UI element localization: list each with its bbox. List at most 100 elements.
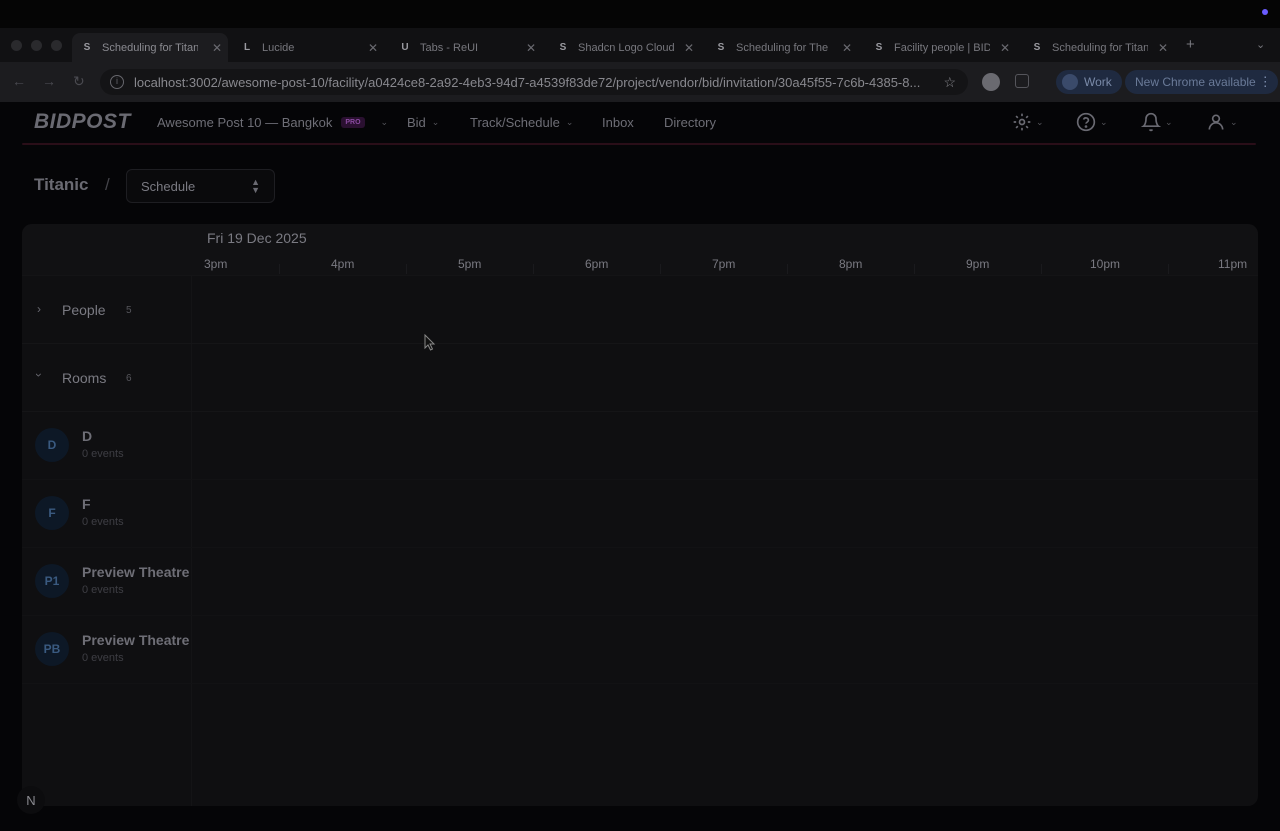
room-name: Preview Theatre [82,564,190,580]
tab-title: Tabs - ReUI [420,41,479,54]
update-label: New Chrome available [1135,75,1256,89]
browser-tab[interactable]: S Shadcn Logo Cloud ✕ [548,33,700,62]
hour-label: 10pm [1090,257,1121,271]
browser-tab[interactable]: L Lucide ✕ [232,33,384,62]
browser-tab[interactable]: S Scheduling for Titanic ✕ [1022,33,1174,62]
window-zoom-button[interactable] [51,40,62,51]
chevron-right-icon[interactable]: › [37,302,41,316]
profile-label: Work [1084,75,1112,89]
dev-tools-badge[interactable]: N [17,786,45,814]
extensions-icon[interactable] [1015,74,1029,88]
room-avatar: F [35,496,69,530]
site-info-icon[interactable]: i [110,75,124,89]
nav-directory[interactable]: Directory [664,115,716,130]
chevron-down-icon: ⌄ [380,117,389,127]
address-bar[interactable]: i localhost:3002/awesome-post-10/facilit… [100,69,968,95]
chevron-down-icon: ⌄ [565,117,574,127]
close-icon[interactable]: ✕ [1000,41,1010,55]
profile-avatar[interactable] [982,73,1000,91]
room-avatar: PB [35,632,69,666]
view-select[interactable]: Schedule ▲ ▼ [126,169,275,203]
site-favicon-icon: S [559,42,567,53]
hour-label: 11pm [1218,257,1248,271]
close-icon[interactable]: ✕ [526,41,536,55]
browser-tab[interactable]: S Facility people | BID ✕ [864,33,1016,62]
room-row[interactable]: D D 0 events [22,412,1258,480]
bookmark-star-icon[interactable]: ☆ [943,74,956,91]
chevron-down-icon: ⌄ [1036,116,1044,127]
back-arrow-icon[interactable]: ← [12,73,26,89]
tab-title: Scheduling for Titanic [1052,41,1148,54]
tab-title: Scheduling for Titanic [102,41,198,54]
breadcrumb-project[interactable]: Titanic [34,175,88,195]
room-row[interactable]: F F 0 events [22,480,1258,548]
breadcrumb-separator: / [105,175,110,194]
notifications-menu[interactable]: ⌄ [1141,112,1173,132]
site-favicon-icon: U [401,42,409,53]
tab-title: Lucide [262,41,295,54]
chevrons-up-down-icon: ▲ ▼ [251,177,260,195]
navbar-accent-line [22,143,1256,145]
settings-menu[interactable]: ⌄ [1012,112,1044,132]
tab-search-chevron-icon[interactable]: ⌄ [1256,38,1265,51]
group-count: 5 [126,305,132,316]
room-row[interactable]: P1 Preview Theatre 0 events [22,548,1258,616]
group-row-people[interactable]: › People 5 [22,276,1258,344]
room-name: Preview Theatre [82,632,190,648]
group-row-rooms[interactable]: › Rooms 6 [22,344,1258,412]
user-menu[interactable]: ⌄ [1206,112,1238,132]
chevron-down-icon: ⌄ [1165,116,1173,127]
hour-label: 3pm [204,257,228,271]
timeline-date: Fri 19 Dec 2025 [207,230,307,246]
room-event-count: 0 events [82,652,124,664]
help-circle-icon [1076,112,1096,132]
reload-icon[interactable]: ↻ [73,73,85,90]
group-label: Rooms [62,370,107,386]
half-hour-tick [787,264,788,274]
forward-arrow-icon[interactable]: → [42,73,56,89]
close-icon[interactable]: ✕ [212,41,222,55]
os-top-strip [0,0,1280,28]
room-event-count: 0 events [82,516,124,528]
chrome-update-button[interactable]: New Chrome available ⋮ [1125,70,1278,94]
close-icon[interactable]: ✕ [1158,41,1168,55]
help-menu[interactable]: ⌄ [1076,112,1108,132]
half-hour-tick [1168,264,1169,274]
half-hour-tick [914,264,915,274]
gear-icon [1013,113,1031,131]
mouse-cursor-icon [424,334,436,351]
new-tab-plus-icon[interactable]: + [1186,36,1195,53]
window-close-button[interactable] [11,40,22,51]
nav-bid[interactable]: Bid ⌄ [407,115,439,130]
nav-track-schedule[interactable]: Track/Schedule ⌄ [470,115,573,130]
browser-tab[interactable]: U Tabs - ReUI ✕ [390,33,542,62]
app-logo[interactable]: BIDPOST [34,110,131,134]
tab-title: Facility people | BID [894,41,990,54]
browser-tab[interactable]: S Scheduling for Titanic ✕ [72,33,228,62]
tab-title: Scheduling for The [736,41,829,54]
close-icon[interactable]: ✕ [842,41,852,55]
window-minimize-button[interactable] [31,40,42,51]
group-label: People [62,302,106,318]
hour-label: 9pm [966,257,990,271]
close-icon[interactable]: ✕ [684,41,694,55]
nav-inbox[interactable]: Inbox [602,115,634,130]
site-favicon-icon: L [243,42,251,53]
close-icon[interactable]: ✕ [368,41,378,55]
browser-tab[interactable]: S Scheduling for The ✕ [706,33,858,62]
half-hour-tick [533,264,534,274]
chevron-down-icon[interactable]: › [32,373,46,377]
user-icon [1208,114,1224,130]
hour-label: 4pm [331,257,355,271]
room-row[interactable]: PB Preview Theatre 0 events [22,616,1258,684]
site-favicon-icon: S [83,42,91,53]
hour-label: 6pm [585,257,609,271]
timeline-header: Fri 19 Dec 2025 3pm 4pm 5pm 6pm 7pm 8pm … [22,224,1258,276]
workspace-switcher[interactable]: Awesome Post 10 — Bangkok PRO ⌄ [157,115,388,130]
room-event-count: 0 events [82,448,124,460]
profile-chip[interactable]: Work [1056,70,1122,94]
chevron-down-icon: ⌄ [431,117,440,127]
kebab-menu-icon[interactable]: ⋮ [1259,74,1272,90]
room-avatar: D [35,428,69,462]
hour-label: 7pm [712,257,736,271]
